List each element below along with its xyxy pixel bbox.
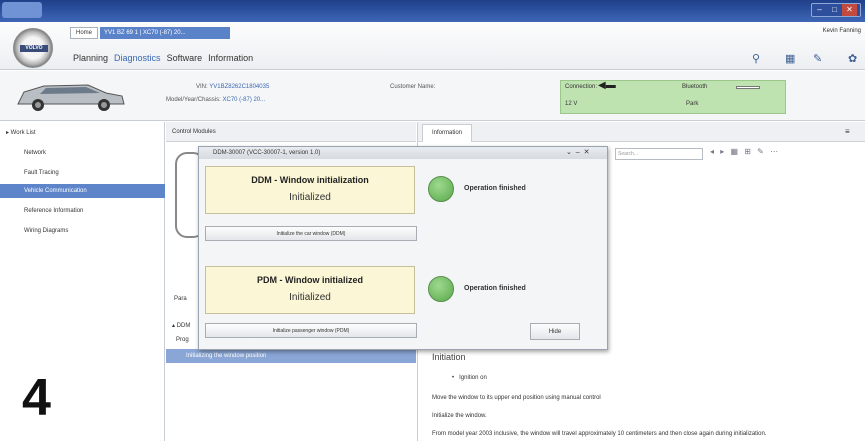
- panel-menu-icon[interactable]: ≡: [845, 127, 850, 136]
- menu-information[interactable]: Information: [208, 53, 253, 63]
- customer-name-label: Customer Name:: [390, 84, 436, 90]
- initiation-heading: Initiation: [432, 352, 466, 362]
- hide-button[interactable]: Hide: [530, 323, 580, 340]
- menu-software[interactable]: Software: [167, 53, 203, 63]
- instruction-line: From model year 2003 inclusive, the wind…: [432, 431, 767, 437]
- step-number: 4: [22, 369, 51, 427]
- main-menu: Planning Diagnostics Software Information: [73, 53, 259, 63]
- nav-fault-tracing[interactable]: Fault Tracing: [0, 166, 165, 180]
- menu-diagnostics[interactable]: Diagnostics: [114, 53, 161, 63]
- user-name[interactable]: Kevin Fanning: [823, 28, 861, 34]
- initialize-pdm-button[interactable]: Initialize passenger window (PDM): [205, 323, 417, 338]
- ignition-bullet: • Ignition on: [452, 375, 487, 381]
- connector-icon: ◀▬: [598, 80, 616, 91]
- tab-vehicle[interactable]: YV1 BZ 69 1 | XC70 (-87) 20...: [100, 27, 230, 39]
- nav-work-list[interactable]: ▸ Work List: [0, 126, 165, 140]
- connection-label: Connection:: [565, 84, 598, 90]
- ddm-box-title: DDM - Window initialization: [251, 175, 369, 185]
- dialog-window-controls[interactable]: ⌄ ‒ ✕: [566, 148, 591, 156]
- tree-node-prog[interactable]: Prog: [176, 337, 189, 343]
- app-badge: [2, 2, 42, 18]
- maximize-icon[interactable]: □: [827, 4, 842, 16]
- pdm-ok-indicator: [428, 276, 454, 302]
- search-icon[interactable]: ⚲: [752, 52, 760, 65]
- bluetooth-signal-bar: [736, 86, 760, 89]
- grid-icon[interactable]: ▦: [785, 52, 795, 65]
- information-header: [417, 122, 865, 142]
- instruction-line: Initialize the window.: [432, 413, 487, 419]
- menu-planning[interactable]: Planning: [73, 53, 108, 63]
- dialog-title: DDM-30007 (VCC-30007-1, version 1.0): [199, 147, 607, 159]
- vin-text: VIN: YV1BZ8262C1804035: [196, 84, 270, 90]
- volvo-logo: VOLVO: [13, 28, 53, 68]
- bluetooth-label: Bluetooth: [682, 84, 708, 90]
- parameters-tab[interactable]: Para: [174, 296, 187, 302]
- tab-information[interactable]: Information: [422, 124, 472, 142]
- close-icon[interactable]: ✕: [842, 4, 857, 16]
- park-status: Park: [686, 101, 699, 107]
- pdm-box-title: PDM - Window initialized: [257, 275, 363, 285]
- nav-network[interactable]: Network: [0, 146, 165, 160]
- car-image: [17, 84, 125, 111]
- tools-icon[interactable]: ✎: [813, 52, 822, 65]
- selected-tree-row[interactable]: Initializing the window position: [166, 349, 416, 363]
- tab-home[interactable]: Home: [70, 27, 98, 39]
- information-toolbar[interactable]: ◂ ▸ ▦ ⊞ ✎ ⋯: [710, 147, 780, 156]
- ddm-status-box: DDM - Window initialization Initialized: [205, 166, 415, 214]
- nav-reference-information[interactable]: Reference Information: [0, 204, 165, 218]
- information-search-input[interactable]: Search...: [615, 148, 703, 160]
- battery-voltage: 12 V: [565, 101, 578, 107]
- minimize-icon[interactable]: –: [812, 4, 827, 16]
- instruction-line: Move the window to its upper end positio…: [432, 395, 601, 401]
- pdm-box-state: Initialized: [289, 292, 331, 303]
- ddm-operation-status: Operation finished: [464, 185, 526, 192]
- initialize-ddm-button[interactable]: Initialize the car window (DDM): [205, 226, 417, 241]
- ddm-box-state: Initialized: [289, 192, 331, 203]
- nav-vehicle-communication[interactable]: Vehicle Communication: [0, 184, 165, 198]
- ddm-ok-indicator: [428, 176, 454, 202]
- window-titlebar: [0, 0, 865, 22]
- pdm-operation-status: Operation finished: [464, 285, 526, 292]
- tree-node-ddm[interactable]: ▴ DDM: [172, 322, 190, 329]
- gear-icon[interactable]: ✿: [848, 52, 857, 65]
- pdm-status-box: PDM - Window initialized Initialized: [205, 266, 415, 314]
- control-modules-title: Control Modules: [172, 129, 216, 135]
- model-text: Model/Year/Chassis: XC70 (-87) 20...: [166, 97, 266, 103]
- window-controls: – □ ✕: [811, 3, 861, 17]
- logo-text: VOLVO: [20, 45, 48, 52]
- nav-wiring-diagrams[interactable]: Wiring Diagrams: [0, 224, 165, 238]
